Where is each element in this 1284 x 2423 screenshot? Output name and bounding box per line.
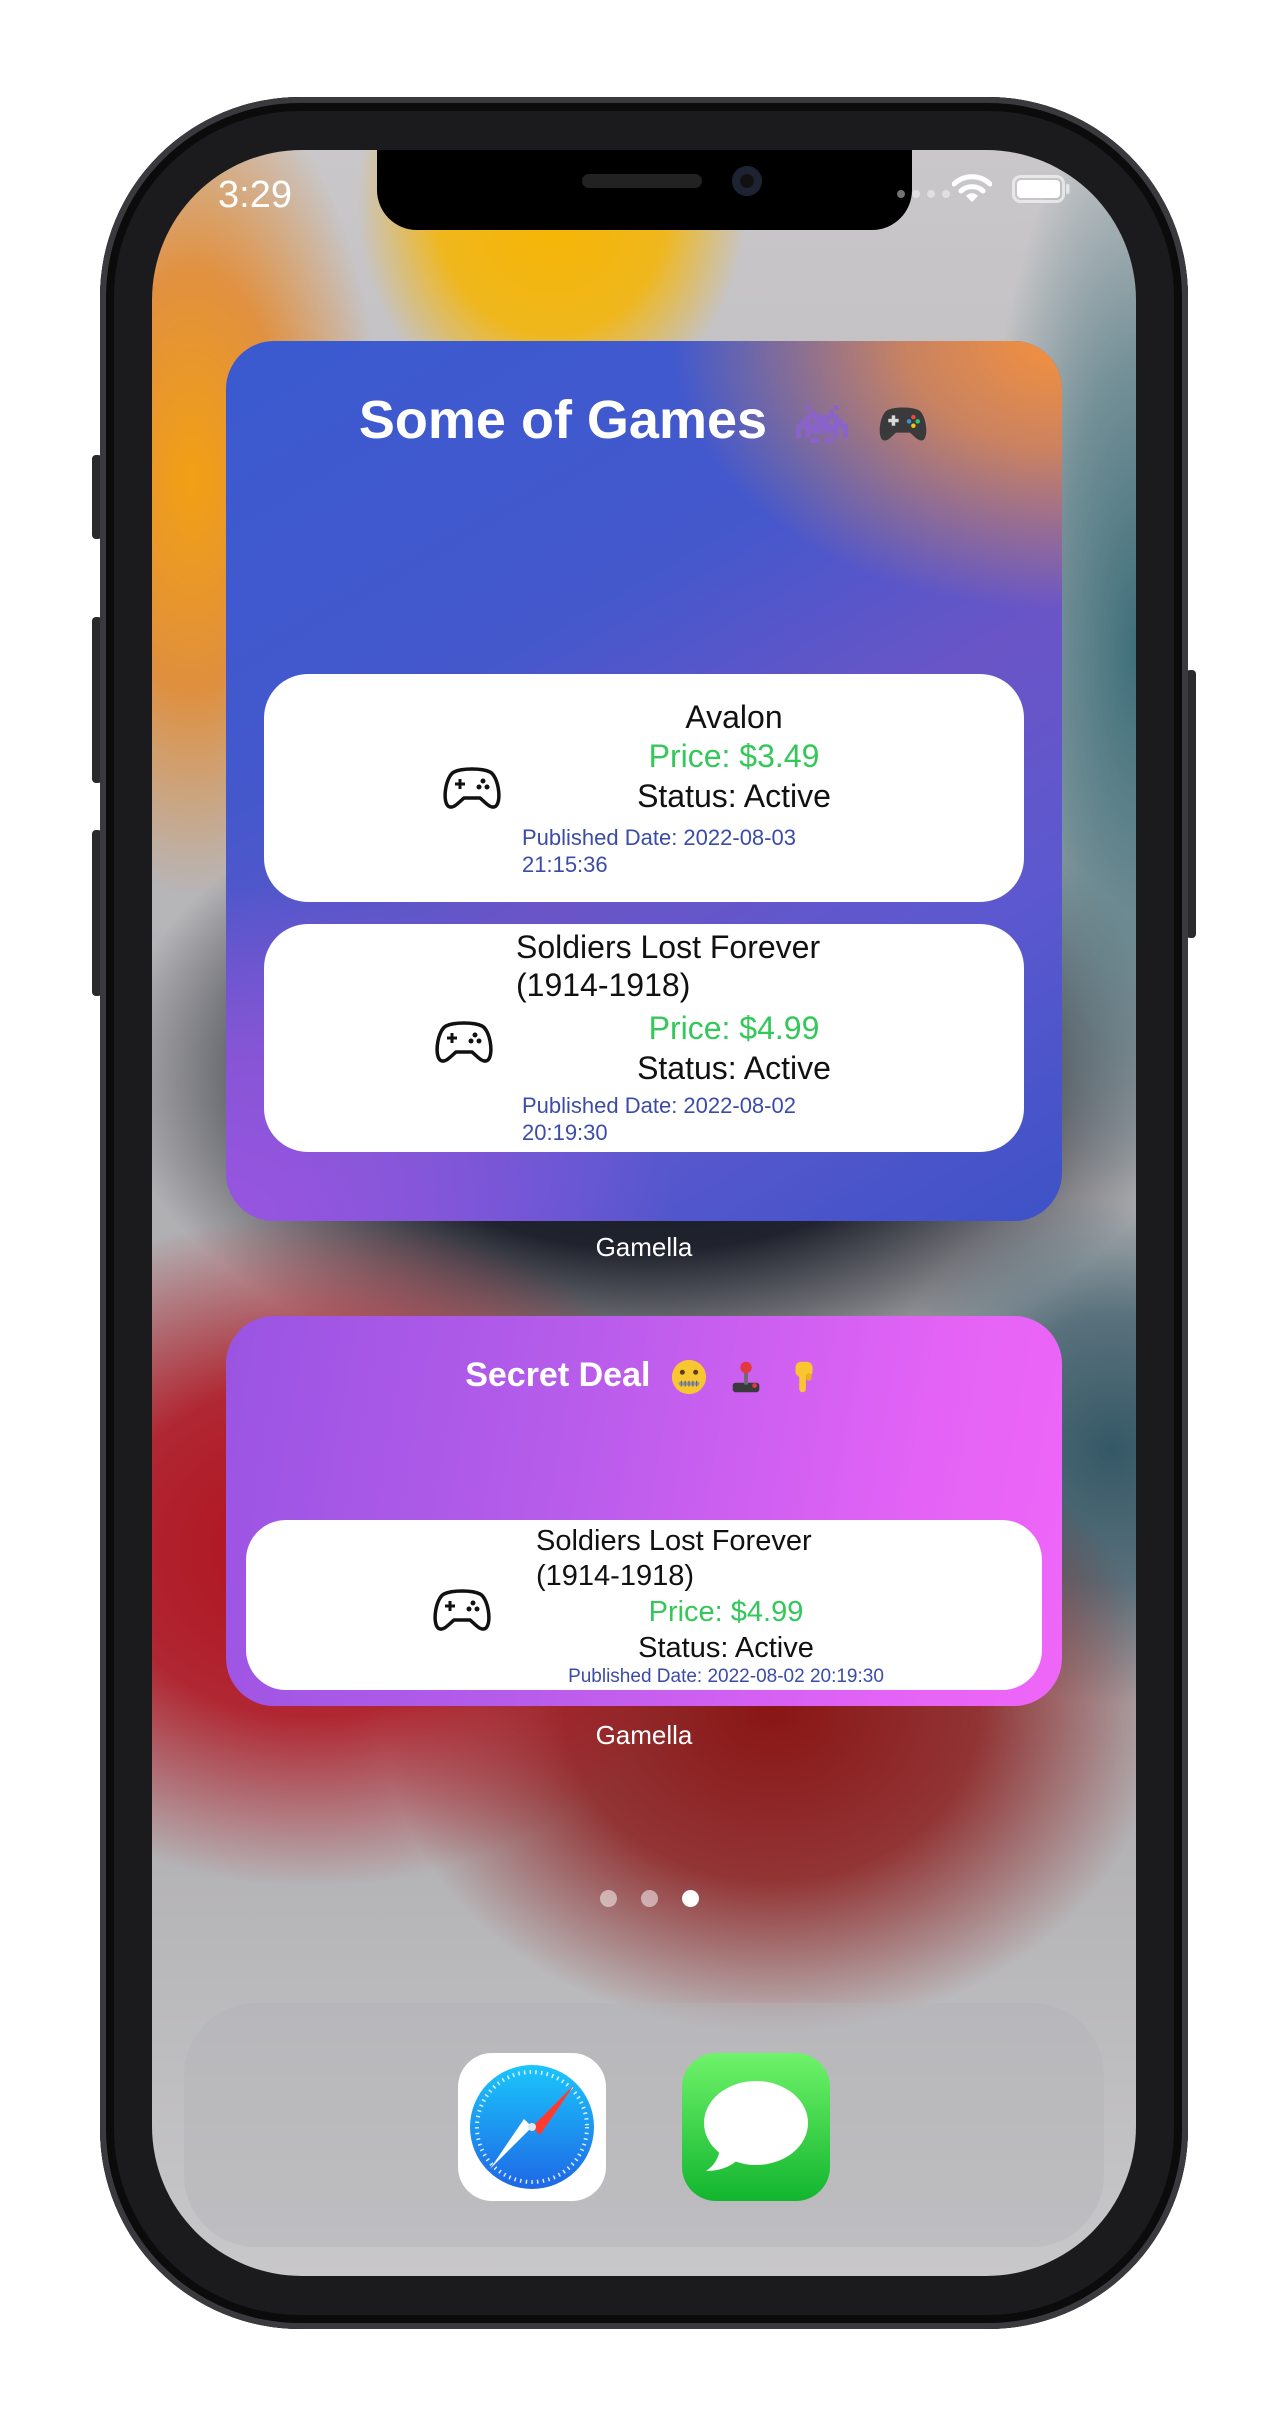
notch (377, 150, 912, 230)
game-name-line2: (1914-1918) (516, 967, 691, 1003)
game-price: Price: $3.49 (648, 738, 820, 774)
safari-app[interactable] (458, 2053, 606, 2201)
page-dot[interactable] (600, 1890, 617, 1907)
widget-title: Some of Games (226, 389, 1062, 451)
game-published-time: 20:19:30 (522, 1120, 608, 1145)
game-name-line1: Soldiers Lost Forever (516, 929, 821, 965)
game-card[interactable]: Soldiers Lost Forever (1914-1918) Price:… (264, 924, 1024, 1152)
wifi-icon (952, 174, 992, 202)
widget-app-label: Gamella (595, 1720, 693, 1750)
game-name: Avalon (685, 699, 783, 735)
cellular-signal-icon (897, 190, 950, 198)
video-game-controller-icon (879, 407, 927, 441)
battery-icon (1012, 175, 1070, 203)
speaker-grille (582, 174, 702, 188)
widget-title-text: Secret Deal (465, 1356, 651, 1394)
game-published-time: 21:15:36 (522, 852, 608, 877)
game-published-date: Published Date: 2022-08-02 (522, 1093, 796, 1118)
status-time: 3:29 (218, 174, 292, 216)
zipper-mouth-face-icon (671, 1359, 706, 1395)
widget-title-text: Some of Games (358, 390, 768, 450)
safari-icon (470, 2065, 594, 2189)
page-indicator[interactable] (600, 1890, 699, 1907)
games-widget[interactable]: Some of Games Avalon Price: $3.49 Status… (226, 341, 1062, 1221)
page-dot-current[interactable] (682, 1890, 699, 1907)
gamecontroller-icon (433, 1589, 491, 1631)
game-name-line2: (1914-1918) (536, 1560, 694, 1592)
game-status: Status: Active (637, 778, 831, 814)
game-price: Price: $4.99 (648, 1596, 804, 1628)
dock (184, 2003, 1104, 2247)
messages-app[interactable] (682, 2053, 830, 2201)
home-screen: 3:29 Some of Games Avalon Price: $3.49 S… (152, 150, 1136, 2276)
secret-deal-widget[interactable]: Secret Deal Soldiers Lost Forever (1914-… (226, 1316, 1062, 1706)
alien-monster-icon (796, 404, 849, 443)
game-status: Status: Active (638, 1632, 814, 1664)
game-status: Status: Active (637, 1050, 831, 1086)
gamecontroller-icon (435, 1021, 493, 1063)
front-camera (732, 166, 762, 196)
game-name-line1: Soldiers Lost Forever (536, 1525, 812, 1557)
widget-title: Secret Deal (226, 1356, 1062, 1396)
backhand-index-pointing-down-icon (795, 1361, 813, 1393)
messages-icon (704, 2081, 808, 2171)
gamecontroller-icon (443, 767, 501, 809)
joystick-icon (733, 1361, 760, 1393)
widget-app-label: Gamella (595, 1232, 693, 1262)
game-published-date: Published Date: 2022-08-02 20:19:30 (568, 1666, 884, 1687)
page-dot[interactable] (641, 1890, 658, 1907)
game-price: Price: $4.99 (648, 1010, 820, 1046)
game-published-date: Published Date: 2022-08-03 (522, 825, 796, 850)
game-card[interactable]: Avalon Price: $3.49 Status: Active Publi… (264, 674, 1024, 902)
game-card[interactable]: Soldiers Lost Forever (1914-1918) Price:… (246, 1520, 1042, 1690)
